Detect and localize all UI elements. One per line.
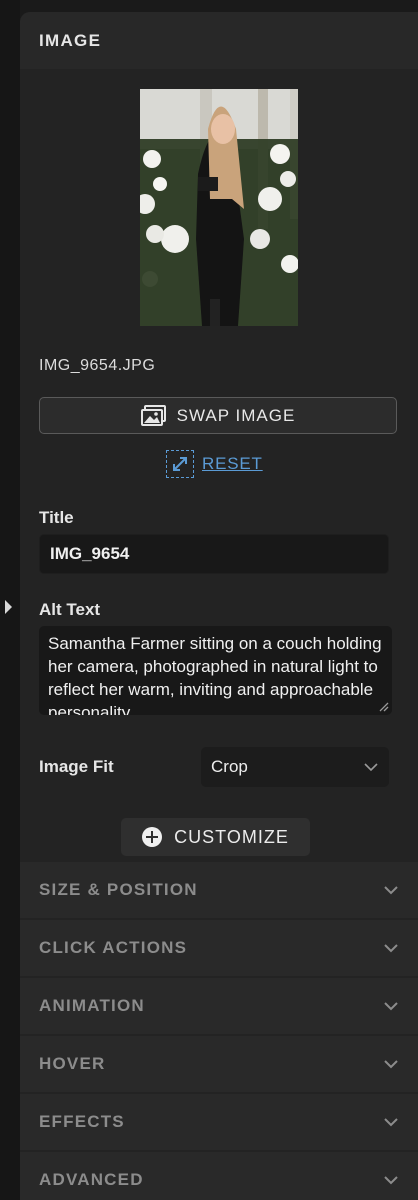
section-effects[interactable]: EFFECTS xyxy=(20,1094,418,1150)
image-fit-value: Crop xyxy=(211,757,248,776)
plus-circle-icon xyxy=(142,827,163,847)
image-thumbnail[interactable] xyxy=(140,89,298,326)
collapsible-sections: SIZE & POSITION CLICK ACTIONS ANIMATION … xyxy=(20,862,418,1200)
image-filename: IMG_9654.JPG xyxy=(39,357,156,374)
alt-text-label: Alt Text xyxy=(39,600,101,619)
resize-arrows-icon xyxy=(166,450,194,478)
section-size-position[interactable]: SIZE & POSITION xyxy=(20,862,418,918)
photo-illustration xyxy=(140,89,298,326)
reset-link[interactable]: RESET xyxy=(166,450,263,478)
triangle-right-icon[interactable] xyxy=(5,600,12,614)
customize-button[interactable]: CUSTOMIZE xyxy=(121,818,310,856)
image-stack-icon xyxy=(140,404,166,426)
section-label: ADVANCED xyxy=(39,1170,144,1189)
reset-label: RESET xyxy=(202,454,263,473)
swap-image-label: SWAP IMAGE xyxy=(176,405,296,425)
resize-grip-icon[interactable] xyxy=(377,700,389,712)
chevron-down-icon xyxy=(384,1118,398,1127)
title-input[interactable]: IMG_9654 xyxy=(39,534,389,574)
section-animation[interactable]: ANIMATION xyxy=(20,978,418,1034)
alt-text-textarea[interactable]: Samantha Farmer sitting on a couch holdi… xyxy=(39,626,392,715)
customize-label: CUSTOMIZE xyxy=(174,826,289,847)
image-fit-select[interactable]: Crop xyxy=(201,747,389,787)
image-fit-label: Image Fit xyxy=(39,757,114,776)
chevron-down-icon xyxy=(384,1060,398,1069)
chevron-down-icon xyxy=(384,1176,398,1185)
section-advanced[interactable]: ADVANCED xyxy=(20,1152,418,1200)
panel-title: IMAGE xyxy=(39,30,102,50)
image-settings-panel: IMAGE IMG_9654.JPG SWAP IMAGE RESET Titl… xyxy=(20,12,418,1200)
chevron-down-icon xyxy=(384,886,398,895)
section-label: ANIMATION xyxy=(39,996,145,1015)
section-label: CLICK ACTIONS xyxy=(39,938,188,957)
section-click-actions[interactable]: CLICK ACTIONS xyxy=(20,920,418,976)
section-label: SIZE & POSITION xyxy=(39,880,198,899)
section-label: HOVER xyxy=(39,1054,106,1073)
chevron-down-icon xyxy=(384,1002,398,1011)
title-label: Title xyxy=(39,508,74,527)
chevron-down-icon xyxy=(384,944,398,953)
panel-header: IMAGE xyxy=(20,12,418,69)
swap-image-button[interactable]: SWAP IMAGE xyxy=(39,397,397,434)
section-label: EFFECTS xyxy=(39,1112,125,1131)
section-hover[interactable]: HOVER xyxy=(20,1036,418,1092)
chevron-down-icon xyxy=(364,763,378,772)
alt-text-value: Samantha Farmer sitting on a couch holdi… xyxy=(48,634,382,715)
